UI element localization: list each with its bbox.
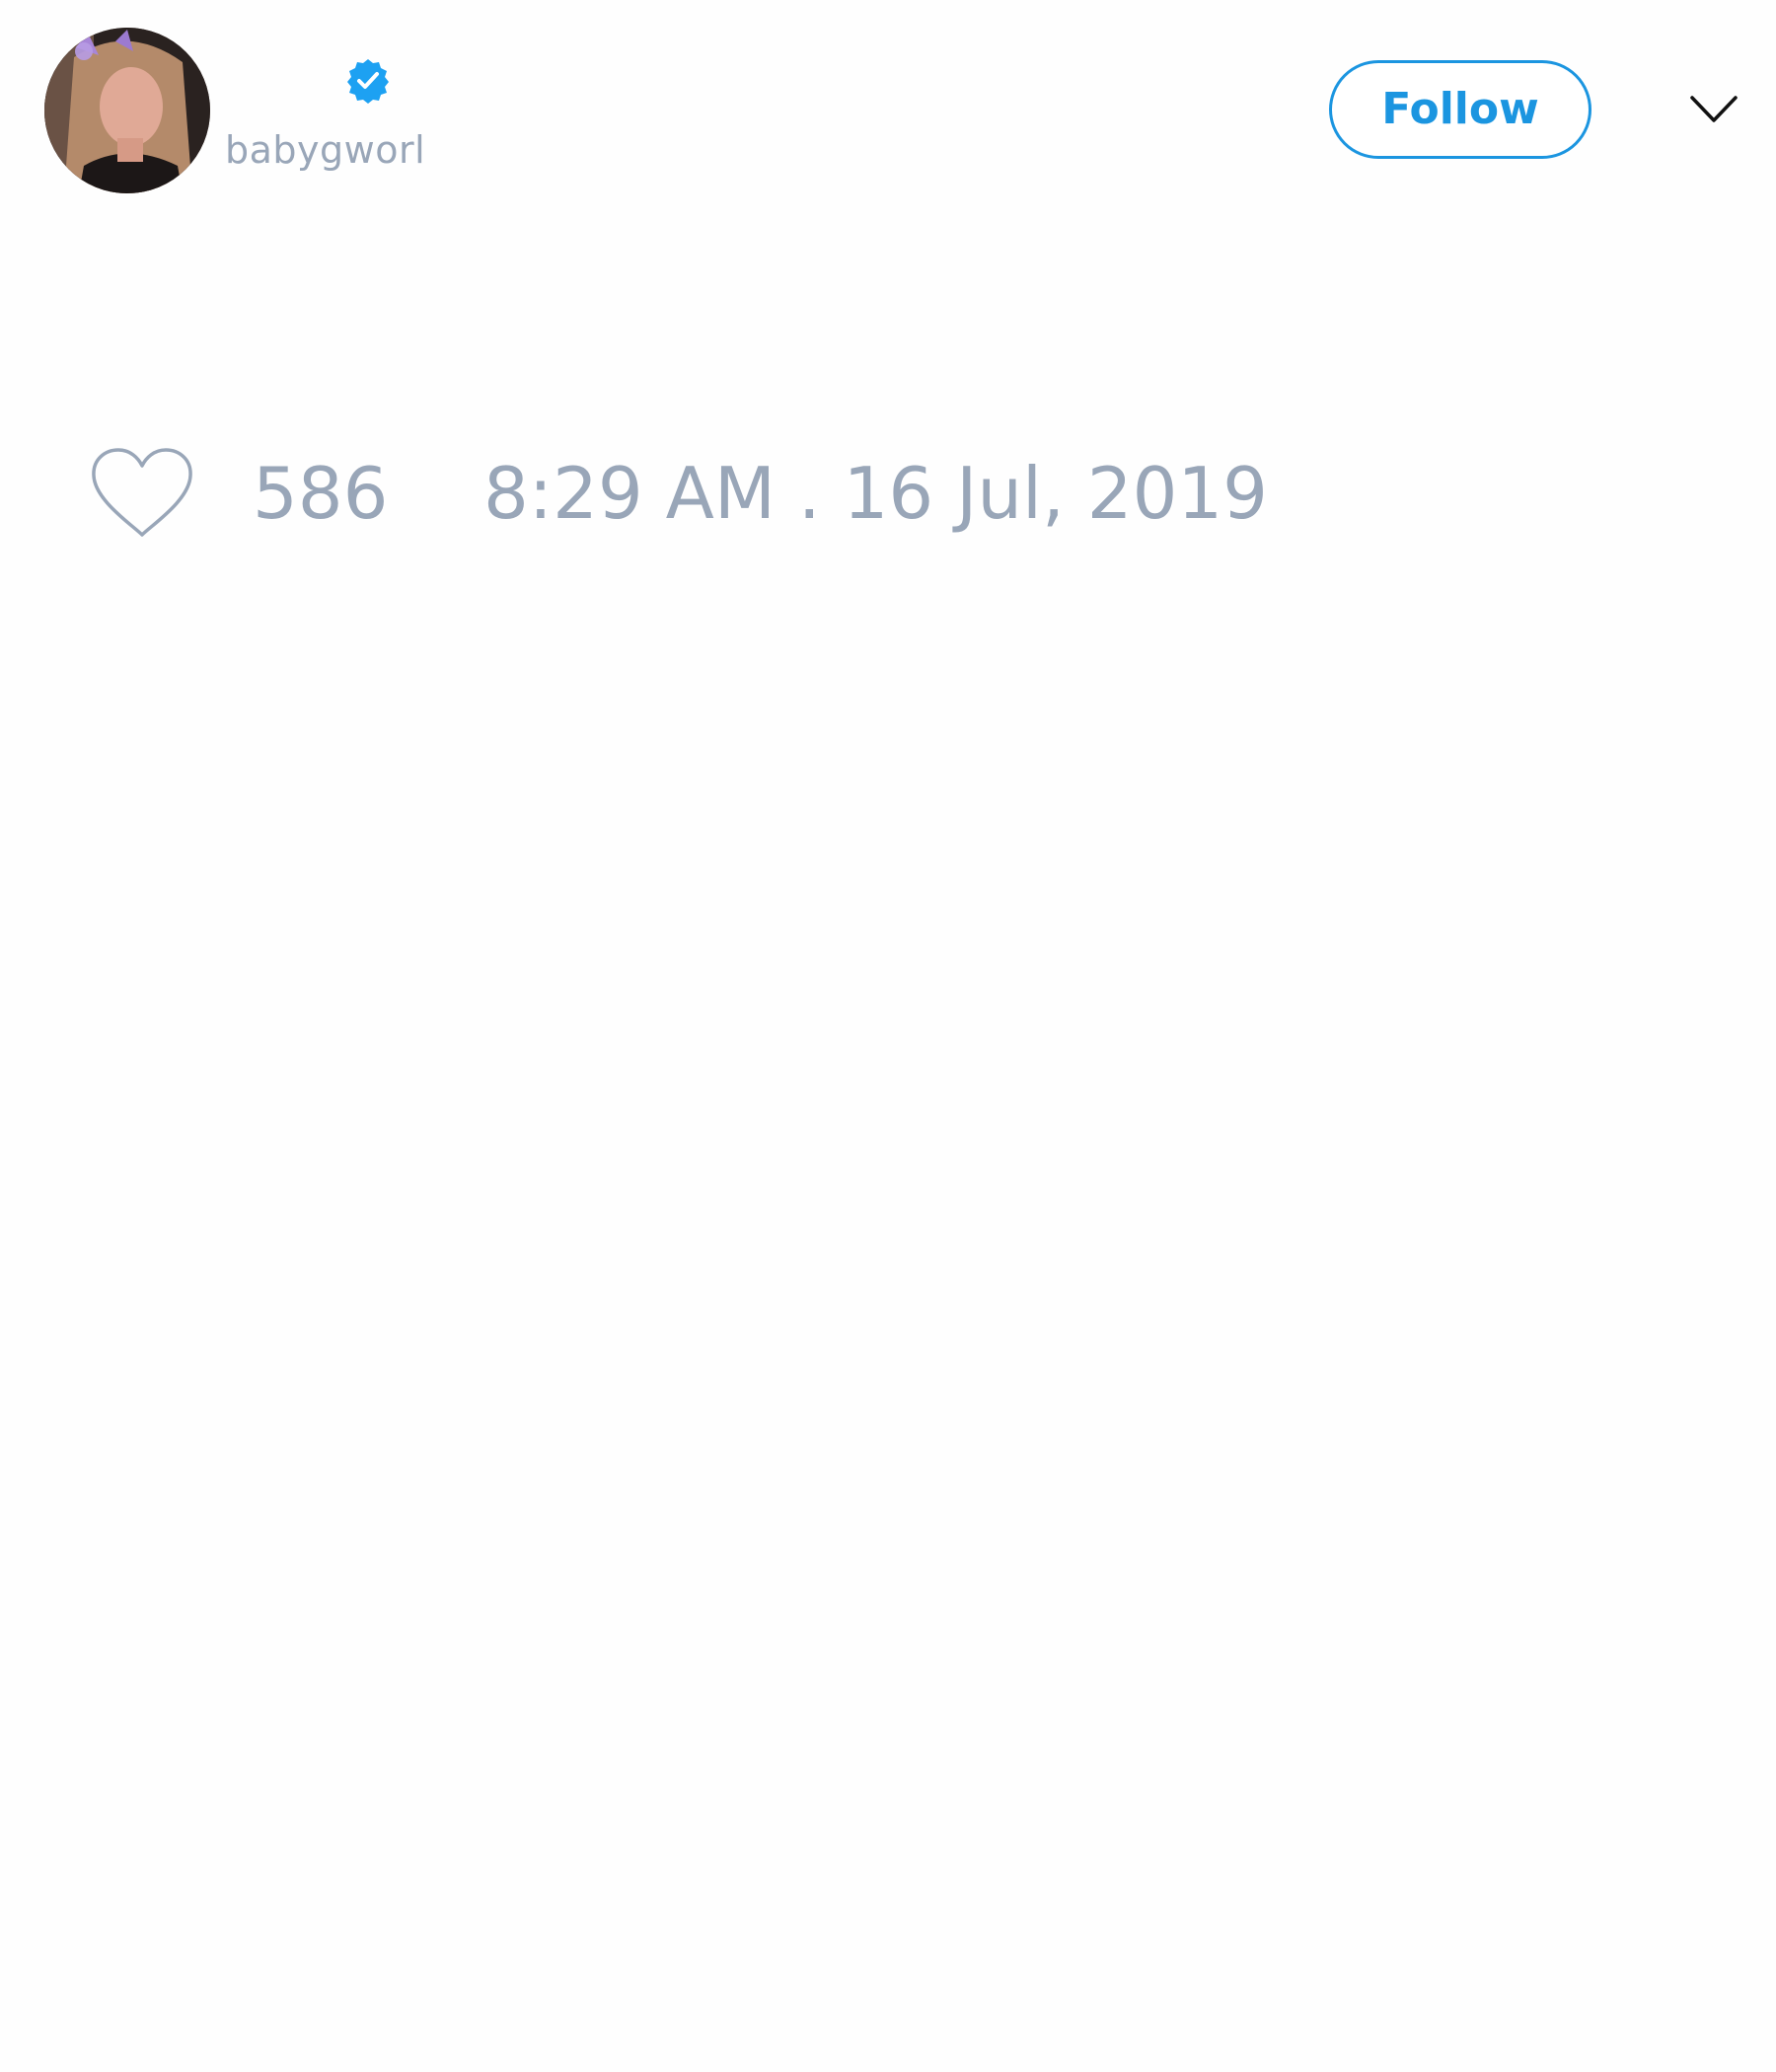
heart-outline-icon[interactable] [89, 446, 195, 541]
like-count: 586 [253, 452, 389, 535]
verified-badge-icon [344, 57, 392, 105]
chevron-down-icon[interactable] [1689, 93, 1739, 126]
avatar[interactable] [44, 28, 210, 193]
tweet-card: babygworl Follow 586 8:29 AM . 16 Jul, 2… [0, 0, 1776, 2072]
follow-button[interactable]: Follow [1329, 60, 1591, 159]
avatar-photo [44, 28, 210, 193]
tweet-timestamp[interactable]: 8:29 AM . 16 Jul, 2019 [483, 449, 1268, 538]
username[interactable]: babygworl [225, 126, 425, 174]
